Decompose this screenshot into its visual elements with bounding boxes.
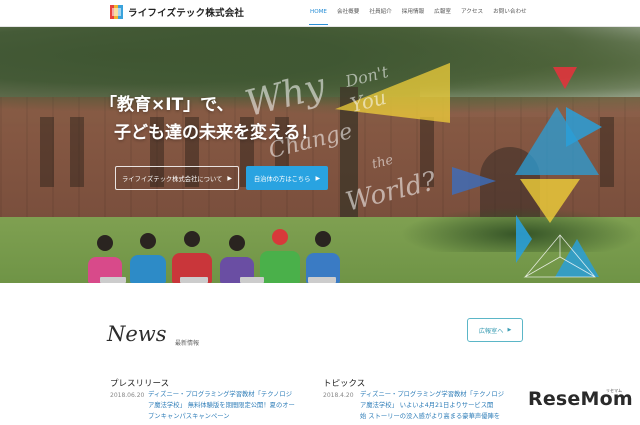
press-release-link[interactable]: ディズニー・プログラミング学習教材「テクノロジ ア魔法学校」 無料体験版を期間限… bbox=[148, 389, 316, 422]
about-company-button[interactable]: ライフイズテック株式会社について ▶ bbox=[115, 166, 239, 190]
page: ライフイズテック株式会社 HOME 会社概要 社員紹介 採用情報 広報室 アクセ… bbox=[0, 0, 640, 425]
building-window bbox=[600, 117, 614, 187]
press-release-text-line: プンキャンパスキャンペーン bbox=[148, 413, 230, 420]
topics-text-line: 始 ストーリーの没入感がより高まる豪華声優陣を bbox=[360, 413, 501, 420]
hero-students-photo bbox=[80, 227, 400, 283]
nav-company[interactable]: 会社概要 bbox=[332, 0, 364, 27]
nav-members[interactable]: 社員紹介 bbox=[364, 0, 396, 27]
about-company-button-label: ライフイズテック株式会社について bbox=[122, 175, 223, 183]
press-release-heading: プレスリリース bbox=[110, 379, 170, 389]
municipality-button-label: 自治体の方はこちら bbox=[253, 175, 311, 183]
nav-pr[interactable]: 広報室 bbox=[429, 0, 456, 27]
topics-text-line: ア魔法学校」 いよいよ4月21日よりサービス開 bbox=[360, 402, 494, 409]
nav-recruit[interactable]: 採用情報 bbox=[397, 0, 429, 27]
municipality-button[interactable]: 自治体の方はこちら ▶ bbox=[246, 166, 328, 190]
caret-right-icon: ▶ bbox=[315, 174, 321, 182]
resemom-watermark-kana: リセマム bbox=[606, 388, 622, 393]
press-room-button[interactable]: 広報室へ ▶ bbox=[467, 318, 523, 342]
caret-right-icon: ▶ bbox=[227, 174, 232, 182]
building-window bbox=[70, 117, 84, 187]
site-header: ライフイズテック株式会社 HOME 会社概要 社員紹介 採用情報 広報室 アクセ… bbox=[0, 0, 640, 27]
nav-contact[interactable]: お問い合わせ bbox=[488, 0, 532, 27]
caret-right-icon: ▶ bbox=[507, 327, 512, 333]
geometric-lines-icon bbox=[523, 234, 596, 278]
red-triangle-shape bbox=[553, 67, 577, 89]
blue-triangle-shape bbox=[566, 107, 602, 147]
topics-link[interactable]: ディズニー・プログラミング学習教材「テクノロジ ア魔法学校」 いよいよ4月21日… bbox=[360, 389, 530, 422]
hero-section: Why Don't You Change the World? 「教育×IT」で bbox=[0, 27, 640, 283]
building-window bbox=[40, 117, 54, 187]
nav-access[interactable]: アクセス bbox=[456, 0, 488, 27]
press-room-button-label: 広報室へ bbox=[478, 327, 504, 335]
topics-date: 2018.4.20 bbox=[323, 392, 354, 399]
blue-triangle-shape bbox=[452, 167, 496, 195]
topics-text-line: ディズニー・プログラミング学習教材「テクノロジ bbox=[360, 391, 505, 398]
logo-text: ライフイズテック株式会社 bbox=[128, 8, 245, 19]
press-release-text-line: ディズニー・プログラミング学習教材「テクノロジ bbox=[148, 391, 293, 398]
press-release-text-line: ア魔法学校」 無料体験版を期間限定公開！夏のオー bbox=[148, 402, 295, 409]
press-release-date: 2018.06.20 bbox=[110, 392, 145, 399]
hero-headline-line1: 「教育×IT」で、 bbox=[100, 95, 234, 115]
hero-headline: 「教育×IT」で、 子ども達の未来を変える！ bbox=[100, 91, 318, 147]
hero-headline-line2: 子ども達の未来を変える！ bbox=[114, 123, 318, 143]
main-nav: HOME 会社概要 社員紹介 採用情報 広報室 アクセス お問い合わせ bbox=[305, 0, 532, 27]
nav-home[interactable]: HOME bbox=[305, 0, 332, 27]
news-subheading: 最新情報 bbox=[175, 340, 200, 347]
topics-heading: トピックス bbox=[323, 379, 366, 389]
logo-mark-icon bbox=[110, 5, 123, 19]
news-heading: News bbox=[107, 322, 167, 346]
site-logo[interactable]: ライフイズテック株式会社 bbox=[110, 5, 244, 19]
